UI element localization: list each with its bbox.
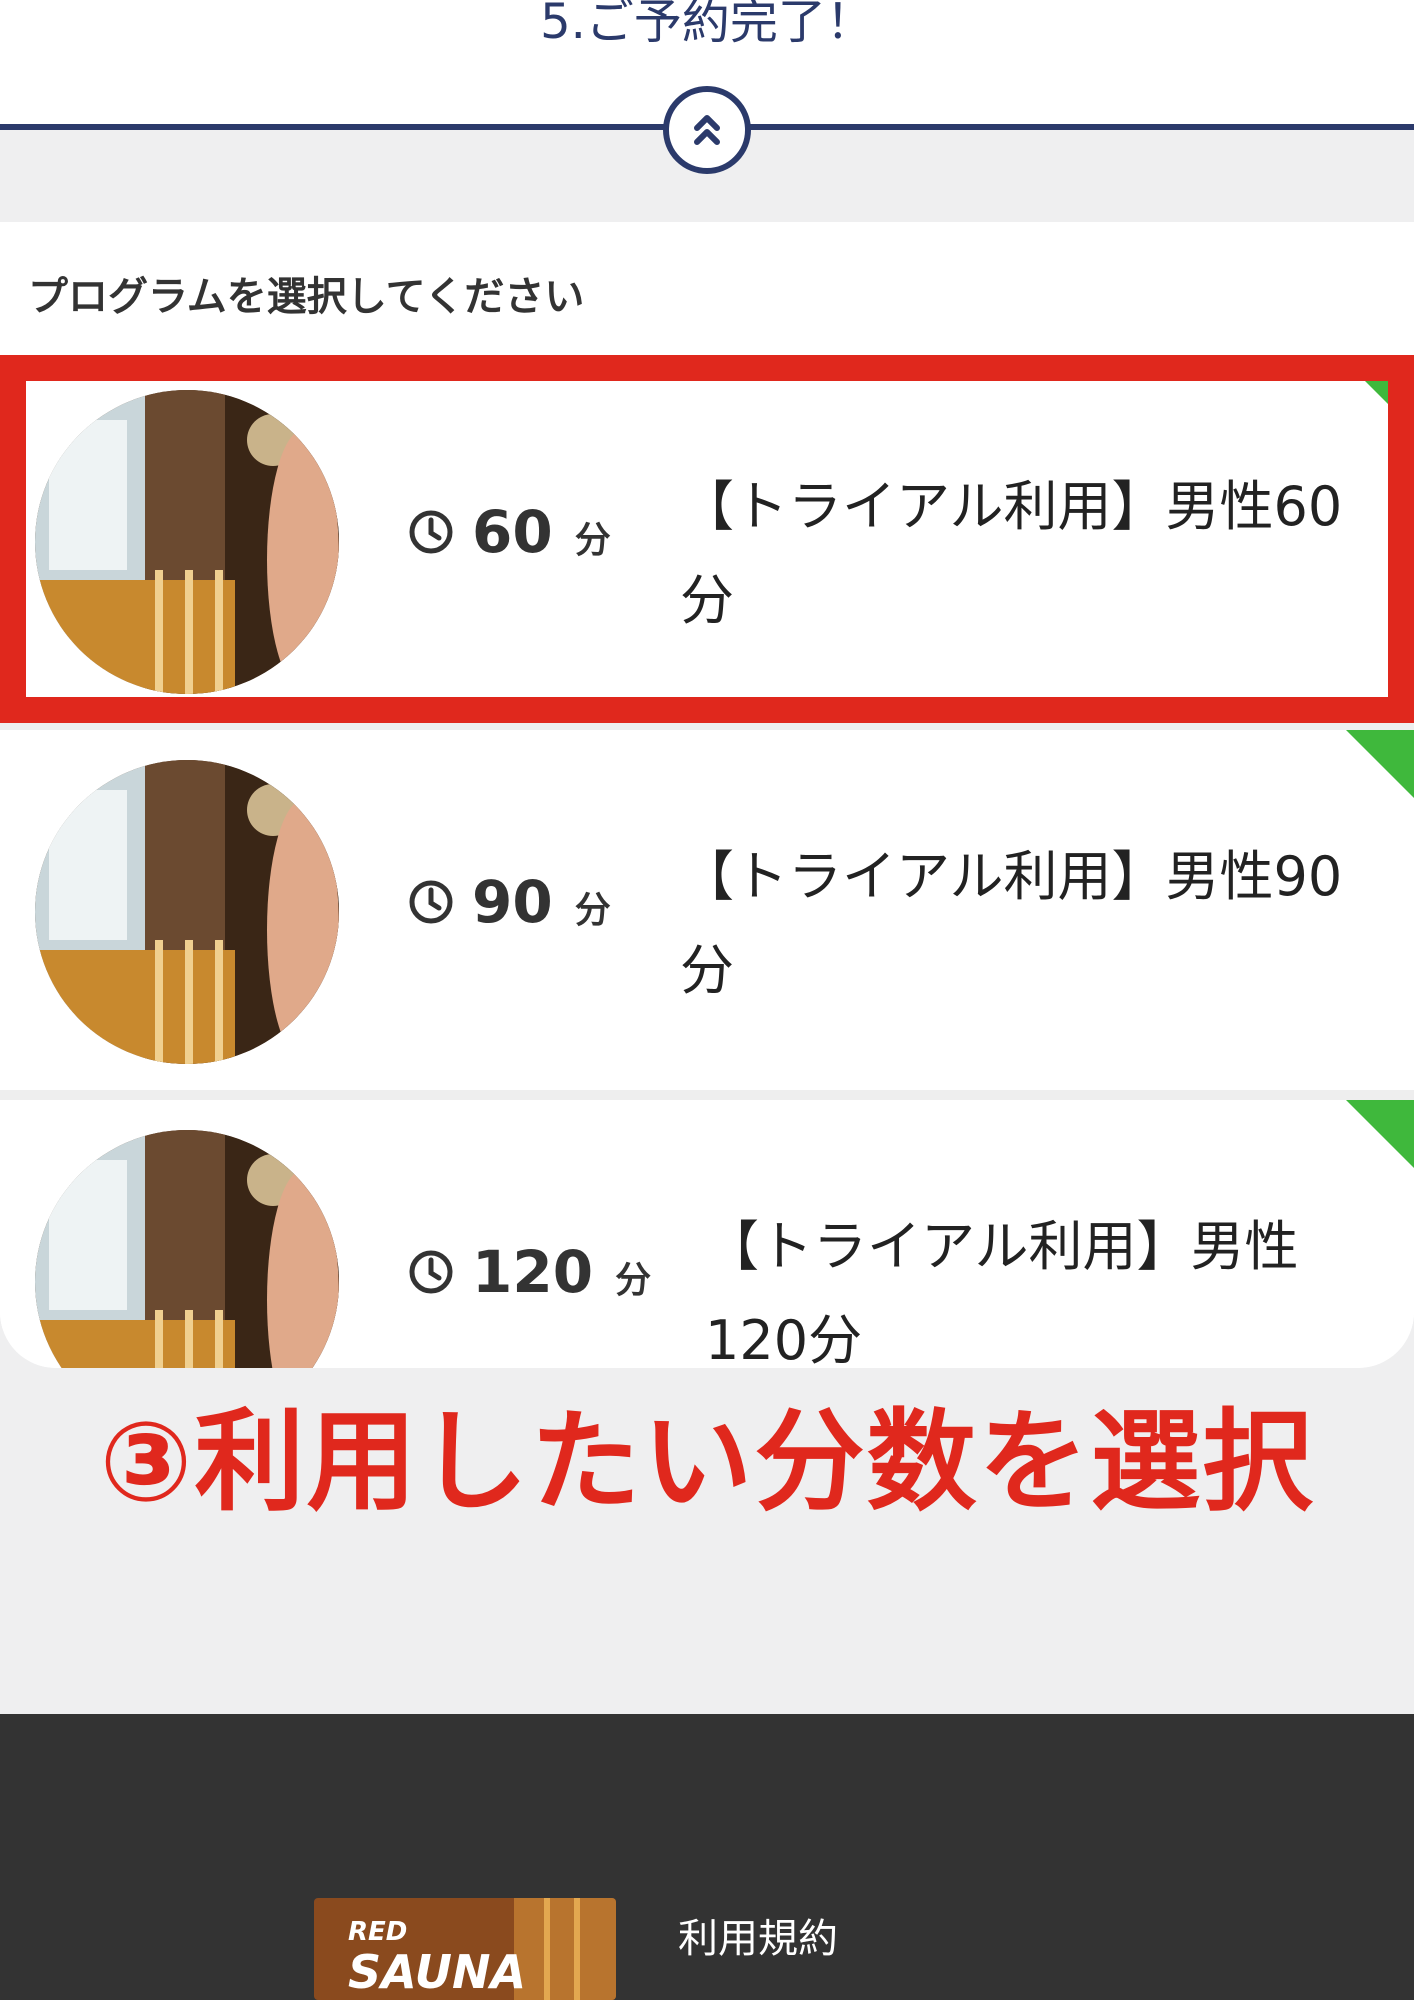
- program-name: 【トライアル利用】男性90 分: [680, 830, 1385, 1018]
- program-item-90[interactable]: 90 分 【トライアル利用】男性90 分: [0, 730, 1414, 1090]
- duration-unit: 分: [615, 1260, 652, 1301]
- divider: [0, 720, 1414, 730]
- program-item-60[interactable]: 60 分 【トライアル利用】男性60 分: [0, 360, 1414, 720]
- clock-icon: [409, 880, 453, 924]
- footer-logo[interactable]: RED SAUNA: [314, 1898, 616, 2000]
- instruction-caption: ③利用したい分数を選択: [99, 1398, 1315, 1526]
- sauna-thumbnail: [35, 760, 339, 1064]
- duration-unit: 分: [574, 890, 611, 931]
- program-name-line1: 【トライアル利用】男性90: [680, 845, 1343, 908]
- svg-text:RED: RED: [348, 1917, 407, 1947]
- duration-unit: 分: [574, 520, 611, 561]
- duration: 90 分: [408, 868, 611, 936]
- clock-icon: [409, 1250, 453, 1294]
- double-chevron-up-icon: [694, 115, 720, 145]
- program-name-line1: 【トライアル利用】男性60: [680, 475, 1343, 538]
- duration-value: 60: [472, 498, 553, 566]
- program-name: 【トライアル利用】男性 120分: [705, 1200, 1345, 1368]
- collapse-button[interactable]: [663, 86, 751, 174]
- corner-ribbon: [1336, 730, 1414, 810]
- program-name-line2: 分: [680, 569, 734, 632]
- svg-text:SAUNA: SAUNA: [348, 1945, 526, 1999]
- duration: 120 分: [408, 1238, 651, 1306]
- program-heading: プログラムを選択してください: [28, 274, 585, 320]
- divider: [0, 1090, 1414, 1100]
- duration-value: 90: [472, 868, 553, 936]
- program-name-line2: 分: [680, 939, 734, 1002]
- clock-icon: [409, 510, 453, 554]
- program-select-card: プログラムを選択してください 60 分 【トライアル利用】男性60 分 90 分…: [0, 222, 1414, 1368]
- program-name: 【トライアル利用】男性60 分: [680, 460, 1385, 648]
- program-item-120[interactable]: 120 分 【トライアル利用】男性 120分: [0, 1100, 1414, 1368]
- terms-link[interactable]: 利用規約: [678, 1906, 838, 1964]
- sauna-thumbnail: [35, 390, 339, 694]
- sauna-thumbnail: [35, 1130, 339, 1368]
- step-title: 5.ご予約完了！: [540, 0, 874, 50]
- duration-value: 120: [472, 1238, 594, 1306]
- program-name-line1: 【トライアル利用】男性: [705, 1215, 1299, 1278]
- footer: RED SAUNA 利用規約: [0, 1714, 1414, 2000]
- program-name-line2: 120分: [705, 1309, 863, 1368]
- duration: 60 分: [408, 498, 611, 566]
- corner-ribbon: [1356, 372, 1396, 412]
- corner-ribbon: [1336, 1100, 1414, 1180]
